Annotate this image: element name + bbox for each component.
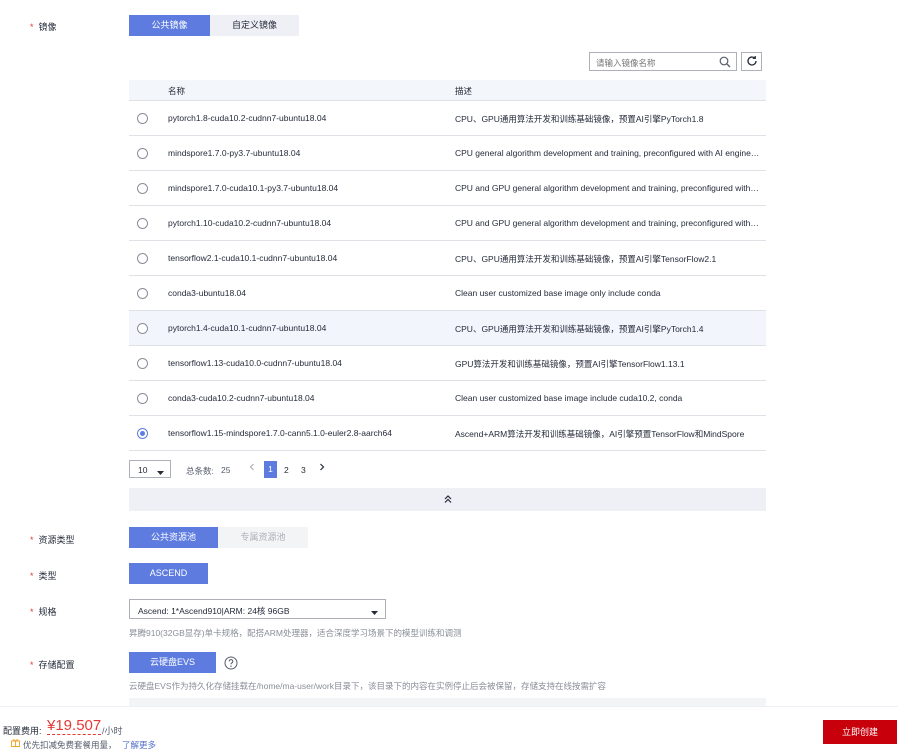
total-label: 总条数: (186, 466, 214, 476)
collapse-bar[interactable] (129, 488, 766, 511)
chevron-down-icon (371, 607, 378, 617)
tab-dedicated-pool[interactable]: 专属资源池 (218, 527, 308, 548)
table-row[interactable]: pytorch1.10-cuda10.2-cudnn7-ubuntu18.04 … (129, 206, 766, 241)
price-value: ¥19.507 (47, 717, 102, 735)
table-row[interactable]: conda3-ubuntu18.04 Clean user customized… (129, 276, 766, 311)
required-mark: * (30, 571, 34, 581)
next-page-icon[interactable] (318, 462, 326, 474)
row-desc: GPU算法开发和训练基础镜像，预置AI引擎TensorFlow1.13.1 (455, 359, 685, 369)
type-ascend-button[interactable]: ASCEND (129, 563, 208, 584)
gift-icon (11, 738, 20, 749)
resource-label: * 资源类型 (30, 533, 75, 546)
table-row[interactable]: conda3-cuda10.2-cudnn7-ubuntu18.04 Clean… (129, 381, 766, 416)
row-desc: CPU、GPU通用算法开发和训练基础镜像，预置AI引擎PyTorch1.8 (455, 114, 704, 124)
row-name: pytorch1.4-cuda10.1-cudnn7-ubuntu18.04 (168, 323, 327, 333)
storage-evs-button[interactable]: 云硬盘EVS (129, 652, 216, 673)
prev-page-icon[interactable] (248, 462, 256, 474)
search-icon[interactable] (719, 56, 731, 70)
table-row[interactable]: pytorch1.4-cuda10.1-cudnn7-ubuntu18.04 C… (129, 311, 766, 346)
divider (129, 698, 766, 706)
table-row[interactable]: tensorflow1.15-mindspore1.7.0-cann5.1.0-… (129, 416, 766, 451)
page-2-button[interactable]: 2 (284, 465, 289, 475)
required-mark: * (30, 22, 34, 32)
fee-note: 优先扣减免费套餐用量， (23, 740, 117, 750)
row-name: pytorch1.8-cuda10.2-cudnn7-ubuntu18.04 (168, 113, 327, 123)
table-row[interactable]: mindspore1.7.0-cuda10.1-py3.7-ubuntu18.0… (129, 171, 766, 206)
price-unit: /小时 (102, 726, 123, 736)
spec-label-text: 规格 (38, 607, 57, 617)
resource-label-text: 资源类型 (38, 535, 75, 545)
row-radio[interactable] (137, 218, 148, 229)
row-name: tensorflow1.13-cuda10.0-cudnn7-ubuntu18.… (168, 358, 342, 368)
column-desc: 描述 (455, 86, 473, 96)
row-desc: Ascend+ARM算法开发和训练基础镜像，AI引擎预置TensorFlow和M… (455, 429, 745, 439)
tab-public-image[interactable]: 公共镜像 (129, 15, 210, 36)
type-label-text: 类型 (38, 571, 57, 581)
resource-toggle: 公共资源池 专属资源池 (129, 527, 308, 548)
row-radio[interactable] (137, 323, 148, 334)
spec-select[interactable]: Ascend: 1*Ascend910|ARM: 24核 96GB (129, 599, 386, 619)
page-size-value: 10 (138, 465, 148, 475)
chevron-down-icon (157, 467, 164, 477)
image-search (589, 52, 737, 71)
image-label: * 镜像 (30, 20, 57, 33)
spec-select-value: Ascend: 1*Ascend910|ARM: 24核 96GB (138, 606, 290, 616)
storage-label: * 存储配置 (30, 658, 75, 671)
image-table-header: 名称 描述 (129, 80, 766, 101)
row-name: tensorflow1.15-mindspore1.7.0-cann5.1.0-… (168, 428, 392, 438)
row-name: mindspore1.7.0-cuda10.1-py3.7-ubuntu18.0… (168, 183, 339, 193)
required-mark: * (30, 660, 34, 670)
refresh-icon (746, 55, 758, 69)
row-radio[interactable] (137, 148, 148, 159)
row-radio[interactable] (137, 288, 148, 299)
row-radio[interactable] (137, 183, 148, 194)
row-name: conda3-ubuntu18.04 (168, 288, 246, 298)
help-icon[interactable] (224, 656, 238, 672)
image-label-text: 镜像 (38, 22, 57, 32)
tab-custom-image[interactable]: 自定义镜像 (210, 15, 299, 36)
table-row[interactable]: tensorflow2.1-cuda10.1-cudnn7-ubuntu18.0… (129, 241, 766, 276)
fee-label: 配置费用: (3, 726, 42, 736)
page-1-button[interactable]: 1 (264, 461, 277, 478)
image-source-toggle: 公共镜像 自定义镜像 (129, 15, 299, 36)
tab-public-pool[interactable]: 公共资源池 (129, 527, 218, 548)
row-radio[interactable] (137, 393, 148, 404)
row-desc: CPU、GPU通用算法开发和训练基础镜像，预置AI引擎PyTorch1.4 (455, 324, 704, 334)
row-name: conda3-cuda10.2-cudnn7-ubuntu18.04 (168, 393, 315, 403)
spec-hint: 昇腾910(32GB显存)单卡规格，配搭ARM处理器，适合深度学习场景下的模型训… (129, 628, 462, 638)
refresh-button[interactable] (741, 52, 762, 71)
row-name: tensorflow2.1-cuda10.1-cudnn7-ubuntu18.0… (168, 253, 338, 263)
table-row[interactable]: tensorflow1.13-cuda10.0-cudnn7-ubuntu18.… (129, 346, 766, 381)
footer-bar: 配置费用: ¥19.507 /小时 优先扣减免费套餐用量， 了解更多 立即创建 (0, 706, 898, 751)
row-desc: Clean user customized base image include… (455, 393, 683, 403)
row-desc: Clean user customized base image only in… (455, 288, 661, 298)
double-chevron-up-icon (443, 494, 453, 506)
row-name: pytorch1.10-cuda10.2-cudnn7-ubuntu18.04 (168, 218, 332, 228)
row-radio-selected[interactable] (137, 428, 148, 439)
row-radio[interactable] (137, 113, 148, 124)
row-desc: CPU and GPU general algorithm developmen… (455, 183, 760, 193)
row-desc: CPU、GPU通用算法开发和训练基础镜像，预置AI引擎TensorFlow2.1 (455, 254, 717, 264)
table-row[interactable]: mindspore1.7.0-py3.7-ubuntu18.04 CPU gen… (129, 136, 766, 171)
row-radio[interactable] (137, 358, 148, 369)
create-button[interactable]: 立即创建 (823, 720, 897, 744)
page-3-button[interactable]: 3 (301, 465, 306, 475)
storage-label-text: 存储配置 (38, 660, 75, 670)
total-count: 25 (221, 465, 231, 475)
storage-hint: 云硬盘EVS作为持久化存储挂载在/home/ma-user/work目录下，该目… (129, 681, 606, 691)
column-name: 名称 (168, 86, 186, 96)
image-search-input[interactable] (594, 55, 716, 70)
row-radio[interactable] (137, 253, 148, 264)
table-row[interactable]: pytorch1.8-cuda10.2-cudnn7-ubuntu18.04 C… (129, 101, 766, 136)
learn-more-link[interactable]: 了解更多 (122, 739, 156, 751)
required-mark: * (30, 535, 34, 545)
required-mark: * (30, 607, 34, 617)
row-desc: CPU and GPU general algorithm developmen… (455, 218, 760, 228)
spec-label: * 规格 (30, 605, 57, 618)
type-label: * 类型 (30, 569, 57, 582)
row-name: mindspore1.7.0-py3.7-ubuntu18.04 (168, 148, 301, 158)
row-desc: CPU general algorithm development and tr… (455, 148, 760, 158)
page-size-select[interactable]: 10 (129, 460, 171, 478)
